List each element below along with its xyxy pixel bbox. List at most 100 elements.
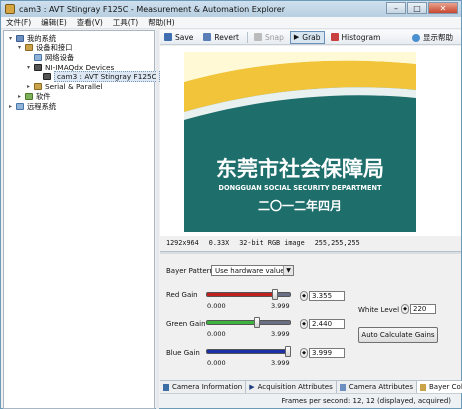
play-icon: ▶: [249, 383, 255, 391]
devices-icon: [25, 44, 33, 51]
red-gain-field[interactable]: 3.355: [309, 291, 345, 301]
grab-button[interactable]: ▶ Grab: [289, 30, 325, 44]
menu-help[interactable]: 帮助(H): [143, 17, 180, 28]
close-button[interactable]: ✕: [428, 2, 458, 14]
collapse-icon[interactable]: ▾: [7, 35, 14, 42]
blue-gain-spinner[interactable]: ◆: [300, 348, 308, 358]
tree-item-cam3[interactable]: cam3 : AVT Stingray F125C: [43, 71, 160, 82]
expand-icon[interactable]: ▸: [7, 103, 14, 110]
status-bar: Frames per second: 12, 12 (displayed, ac…: [160, 393, 461, 408]
histogram-button[interactable]: Histogram: [327, 31, 385, 44]
tree-item-software[interactable]: ▸ 软件: [16, 92, 51, 101]
white-level-field[interactable]: 220: [410, 304, 436, 314]
snap-icon: [254, 33, 262, 41]
blue-gain-label: Blue Gain: [166, 349, 200, 357]
blue-gain-thumb[interactable]: [285, 346, 291, 357]
pixel-value: 255,255,255: [314, 239, 360, 247]
green-gain-spinner[interactable]: ◆: [300, 319, 308, 329]
help-icon: [412, 33, 420, 42]
menu-view[interactable]: 查看(V): [72, 17, 108, 28]
minimize-button[interactable]: –: [386, 2, 406, 14]
red-gain-spinner[interactable]: ◆: [300, 291, 308, 301]
green-gain-max: 3.999: [271, 330, 290, 338]
tree-item-devices[interactable]: ▾ 设备和接口: [16, 43, 73, 52]
tab-strip: Camera Information ▶ Acquisition Attribut…: [160, 380, 462, 393]
image-type: 32-bit RGB image: [239, 239, 305, 247]
green-gain-field[interactable]: 2.440: [309, 319, 345, 329]
green-gain-min: 0.000: [207, 330, 226, 338]
camera-image: 东莞市社会保障局 DONGGUAN SOCIAL SECURITY DEPART…: [184, 52, 416, 232]
auto-calculate-gains-button[interactable]: Auto Calculate Gains: [358, 327, 438, 343]
tree-item-remote[interactable]: ▸ 远程系统: [7, 102, 56, 111]
chevron-down-icon: ▼: [283, 266, 293, 275]
green-gain-slider[interactable]: [206, 320, 291, 325]
tree-item-serial[interactable]: ▸ Serial & Parallel: [25, 82, 103, 91]
attributes-icon: [339, 383, 346, 391]
tab-camera-information[interactable]: Camera Information: [160, 381, 247, 393]
image-title-en: DONGGUAN SOCIAL SECURITY DEPARTMENT: [219, 184, 382, 192]
snap-button[interactable]: Snap: [250, 31, 288, 44]
red-gain-thumb[interactable]: [272, 289, 279, 300]
collapse-icon[interactable]: ▾: [16, 44, 23, 51]
frames-per-second: Frames per second: 12, 12 (displayed, ac…: [281, 397, 451, 405]
bayer-pattern-select[interactable]: Use hardware value ▼: [211, 265, 294, 276]
app-icon: [5, 4, 15, 14]
expand-icon[interactable]: ▸: [25, 83, 32, 90]
red-gain-max: 3.999: [271, 302, 290, 310]
software-icon: [25, 93, 33, 100]
menu-tools[interactable]: 工具(T): [108, 17, 143, 28]
revert-button[interactable]: Revert: [199, 31, 243, 44]
config-tree: ▾ 我的系统 ▾ 设备和接口 网络设备 ▾ NI-IMAQdx Devices …: [3, 30, 160, 409]
blue-gain-min: 0.000: [207, 359, 226, 367]
red-gain-label: Red Gain: [166, 291, 198, 299]
pane-divider[interactable]: [160, 251, 461, 254]
blue-gain-field[interactable]: 3.999: [309, 348, 345, 358]
menu-file[interactable]: 文件(F): [1, 17, 36, 28]
image-display[interactable]: 东莞市社会保障局 DONGGUAN SOCIAL SECURITY DEPART…: [160, 46, 461, 236]
menu-edit[interactable]: 编辑(E): [36, 17, 72, 28]
red-gain-slider[interactable]: [206, 292, 291, 297]
save-button[interactable]: Save: [160, 31, 197, 44]
expand-icon[interactable]: ▸: [16, 93, 23, 100]
camera-image-picture: 东莞市社会保障局 DONGGUAN SOCIAL SECURITY DEPART…: [184, 52, 416, 232]
bayer-pattern-label: Bayer Pattern: [166, 267, 214, 275]
tab-camera-attributes[interactable]: Camera Attributes: [337, 381, 417, 393]
collapse-icon[interactable]: ▾: [25, 64, 32, 71]
green-gain-thumb[interactable]: [254, 317, 261, 328]
revert-icon: [203, 33, 212, 41]
blue-gain-max: 3.999: [271, 359, 290, 367]
play-icon: ▶: [293, 33, 300, 41]
image-date-cn: 二〇一二年四月: [258, 198, 342, 213]
toolbar-separator: [247, 31, 248, 43]
serial-port-icon: [34, 83, 42, 90]
computer-icon: [16, 35, 24, 42]
blue-gain-slider[interactable]: [206, 349, 291, 354]
tab-acquisition-attributes[interactable]: ▶ Acquisition Attributes: [246, 381, 337, 393]
pane-splitter[interactable]: [156, 30, 159, 409]
image-size: 1292x964: [166, 239, 199, 247]
red-gain-min: 0.000: [207, 302, 226, 310]
window-title: cam3 : AVT Stingray F125C - Measurement …: [19, 4, 286, 14]
title-bar: cam3 : AVT Stingray F125C - Measurement …: [1, 1, 461, 17]
app-window: cam3 : AVT Stingray F125C - Measurement …: [0, 0, 462, 409]
toolbar: Save Revert Snap ▶ Grab Histogram 显示帮助: [160, 30, 461, 45]
histogram-icon: [330, 33, 339, 41]
show-help-button[interactable]: 显示帮助: [408, 31, 457, 44]
camera-icon: [43, 73, 51, 80]
white-level-spinner[interactable]: ◆: [401, 304, 409, 314]
white-level-label: White Level: [358, 306, 400, 314]
camera-group-icon: [34, 64, 42, 71]
menu-bar: 文件(F) 编辑(E) 查看(V) 工具(T) 帮助(H): [1, 17, 461, 29]
color-icon: [420, 383, 426, 391]
tree-item-network-devices[interactable]: 网络设备: [34, 53, 74, 62]
maximize-button[interactable]: □: [407, 2, 427, 14]
info-icon: [163, 383, 169, 391]
save-icon: [164, 33, 172, 41]
tab-bayer-color[interactable]: Bayer Color: [417, 381, 462, 393]
green-gain-label: Green Gain: [166, 320, 206, 328]
remote-systems-icon: [16, 103, 24, 110]
image-info: 1292x964 0.33X 32-bit RGB image 255,255,…: [166, 239, 360, 247]
network-icon: [34, 54, 42, 61]
image-title-cn: 东莞市社会保障局: [216, 157, 384, 181]
image-zoom: 0.33X: [208, 239, 230, 247]
